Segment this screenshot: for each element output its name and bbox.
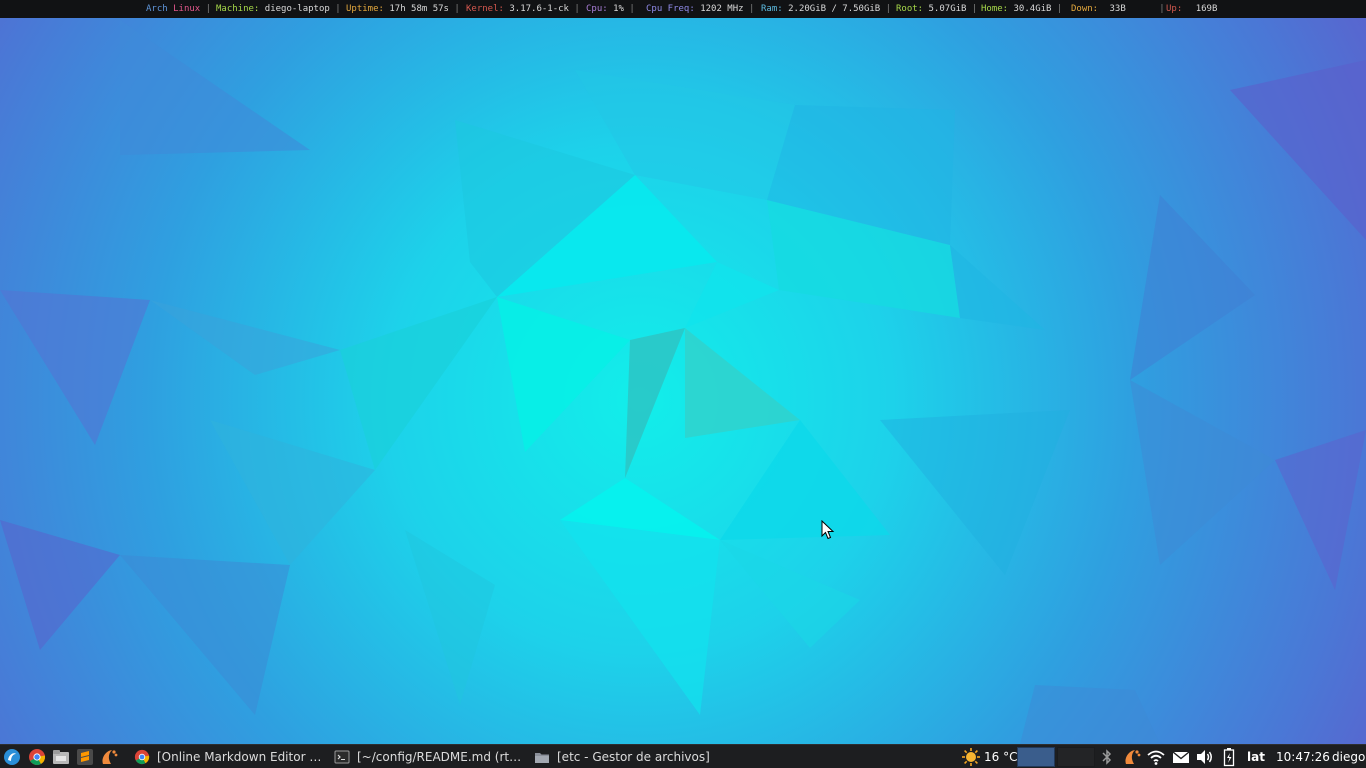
separator: | [971,4,978,14]
clock-time: 10:47:26 [1276,749,1330,764]
separator: | [335,4,341,14]
user-name: diego [1332,749,1366,764]
wallpaper [0,18,1366,744]
uptime-info: Uptime: 17h 58m 57s | [346,0,460,18]
uptime-value: 17h 58m 57s [389,4,449,14]
task-terminal[interactable]: [~/config/README.md (rtm,... [334,745,526,768]
home-label: Home: [981,4,1009,14]
weather-widget[interactable]: 16 °C [961,745,1017,768]
os-info: Arch Linux | [146,0,211,18]
terminal-icon [334,750,350,763]
task-title: [Online Markdown Editor - ... [157,749,324,764]
task-title: [~/config/README.md (rtm,... [357,749,526,764]
chrome-icon[interactable] [27,747,47,767]
weather-temperature: 16 °C [984,749,1018,764]
clock[interactable]: 10:47:26 [1276,745,1330,768]
desktop[interactable] [0,18,1366,744]
gnome-feet-icon[interactable] [1121,745,1143,768]
mouse-cursor-icon [821,520,835,540]
kernel-label: Kernel: [466,4,504,14]
cpu-freq-info: Cpu Freq: 1202 MHz | [646,0,754,18]
file-manager-icon[interactable] [51,747,71,767]
root-label: Root: [896,4,924,14]
mail-icon[interactable] [1172,745,1190,768]
os-word-arch: Arch [146,4,168,14]
separator: | [454,4,460,14]
down-info: Down: 33B | [1071,0,1165,18]
keyboard-layout-label: lat [1247,749,1265,764]
root-info: Root: 5.07GiB | [896,0,977,18]
down-label: Down: [1071,4,1099,14]
separator: | [748,4,755,14]
gnome-feet-icon[interactable] [99,747,119,767]
kernel-info: Kernel: 3.17.6-1-ck | [466,0,580,18]
machine-value: diego-laptop [264,4,330,14]
user-menu[interactable]: diego [1332,745,1365,768]
separator: | [629,4,635,14]
bluetooth-icon[interactable] [1100,745,1114,768]
top-status-bar: Arch Linux | Machine: diego-laptop | Upt… [0,0,1366,18]
menu-icon[interactable] [2,747,22,767]
volume-icon[interactable] [1195,745,1215,768]
cpu-label: Cpu: [586,4,608,14]
machine-info: Machine: diego-laptop | [216,0,341,18]
separator: | [885,4,892,14]
ram-label: Ram: [761,4,783,14]
kernel-value: 3.17.6-1-ck [509,4,569,14]
task-title: [etc - Gestor de archivos] [557,749,710,764]
battery-icon[interactable] [1223,745,1235,768]
sun-icon [962,747,980,766]
workspace-1[interactable] [1017,746,1055,767]
sublime-text-icon[interactable] [75,747,95,767]
separator: | [1056,4,1063,14]
home-value: 30.4GiB [1013,4,1052,14]
task-file-manager[interactable]: [etc - Gestor de archivos] [534,745,724,768]
uptime-label: Uptime: [346,4,384,14]
up-label: Up: [1166,4,1183,14]
folder-icon [535,752,549,763]
separator: | [205,4,212,14]
cpu-value: 1% [613,4,624,14]
root-value: 5.07GiB [928,4,967,14]
separator: | [1159,4,1165,14]
workspace-pager [1017,745,1095,768]
chrome-icon [134,749,150,764]
workspace-2[interactable] [1057,746,1095,767]
wifi-icon[interactable] [1146,745,1166,768]
up-value: 169B [1195,4,1218,14]
up-info: Up: 169B [1166,0,1217,18]
down-value: 33B [1109,4,1126,14]
keyboard-layout[interactable]: lat [1247,745,1265,768]
ram-info: Ram: 2.20GiB / 7.50GiB | [761,0,891,18]
home-info: Home: 30.4GiB | [981,0,1062,18]
machine-label: Machine: [216,4,260,14]
bottom-panel: [Online Markdown Editor - ... [~/config/… [0,744,1366,768]
cpu-freq-label: Cpu Freq: [646,4,695,14]
ram-value: 2.20GiB / 7.50GiB [788,4,881,14]
cpu-info: Cpu: 1% | [586,0,635,18]
task-chrome[interactable]: [Online Markdown Editor - ... [134,745,324,768]
cpu-freq-value: 1202 MHz [700,4,744,14]
separator: | [574,4,580,14]
os-word-linux: Linux [173,4,201,14]
